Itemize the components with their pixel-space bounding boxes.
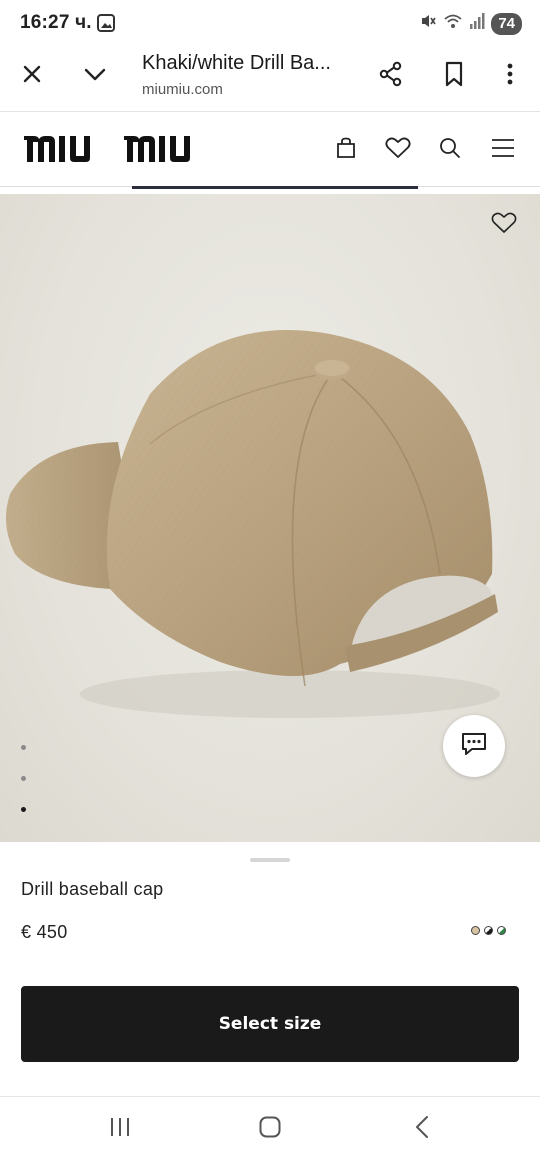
mute-icon <box>419 12 437 35</box>
chevron-down-icon[interactable] <box>75 54 115 94</box>
wishlist-heart-icon[interactable] <box>487 206 521 240</box>
product-price: € 450 <box>21 922 68 942</box>
color-swatch-khaki[interactable] <box>471 926 480 935</box>
gallery-dot-active[interactable] <box>21 807 26 812</box>
heart-icon[interactable] <box>382 132 414 164</box>
tab-title: Khaki/white Drill Ba... <box>142 52 331 74</box>
gallery-dot[interactable] <box>21 776 26 781</box>
product-name: Drill baseball cap <box>21 879 164 899</box>
status-time: 16:27 ч. <box>20 12 92 33</box>
back-icon[interactable] <box>392 1102 452 1152</box>
color-swatches <box>471 926 506 935</box>
more-vert-icon[interactable] <box>490 54 530 94</box>
color-swatch-green[interactable] <box>497 926 506 935</box>
menu-icon[interactable] <box>487 132 519 164</box>
bookmark-icon[interactable] <box>434 54 474 94</box>
chat-icon <box>460 731 488 762</box>
wifi-icon <box>443 12 463 35</box>
previous-image-sliver <box>132 186 418 189</box>
select-size-button[interactable]: Select size <box>21 986 519 1062</box>
chat-button[interactable] <box>443 715 505 777</box>
battery-icon: 74 <box>491 12 522 35</box>
color-swatch-black[interactable] <box>484 926 493 935</box>
home-icon[interactable] <box>240 1102 300 1152</box>
search-icon[interactable] <box>434 132 466 164</box>
bag-icon[interactable] <box>330 132 362 164</box>
close-icon[interactable] <box>12 54 52 94</box>
recent-apps-icon[interactable] <box>90 1102 150 1152</box>
status-icons: 74 <box>419 12 522 35</box>
share-icon[interactable] <box>371 54 411 94</box>
gallery-dot[interactable] <box>21 745 26 750</box>
sheet-drag-handle[interactable] <box>250 858 290 862</box>
miu-miu-logo[interactable] <box>24 132 220 169</box>
signal-icon <box>469 12 485 35</box>
tab-url[interactable]: miumiu.com <box>142 81 223 98</box>
gallery-icon <box>96 13 116 33</box>
